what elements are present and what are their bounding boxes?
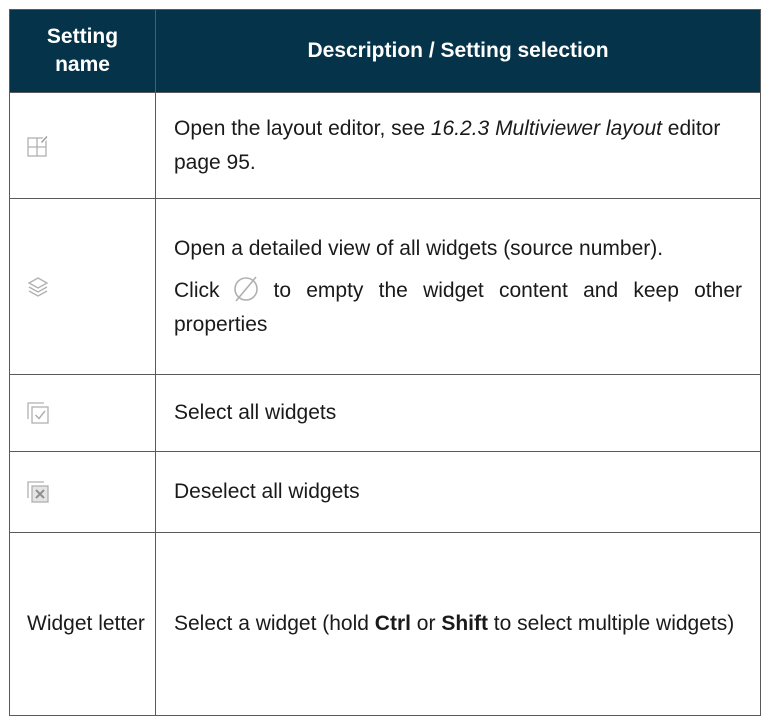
table-row: Deselect all widgets	[9, 451, 761, 533]
table-row: Widget letter Select a widget (hold Ctrl…	[9, 532, 761, 716]
header-setting-name: Setting name	[9, 9, 156, 93]
widget-letter-name: Widget letter	[9, 532, 156, 716]
header-description: Description / Setting selection	[155, 9, 761, 93]
layout-editor-link[interactable]: 16.2.3 Multiviewer layout	[431, 117, 662, 140]
layers-icon[interactable]	[27, 276, 155, 298]
layout-editor-desc-pre: Open the layout editor, see	[174, 116, 431, 140]
table-row: Select all widgets	[9, 374, 761, 452]
layout-editor-icon[interactable]	[27, 134, 155, 157]
shift-key: Shift	[441, 612, 488, 635]
widget-letter-desc-pre: Select a widget (hold	[174, 612, 375, 635]
header-setting-name-line2: name	[55, 53, 110, 76]
click-label: Click	[174, 278, 220, 302]
layers-desc-line1: Open a detailed view of all widgets (sou…	[174, 236, 664, 260]
empty-set-icon[interactable]	[232, 275, 260, 303]
deselect-all-icon[interactable]	[27, 481, 155, 503]
layers-click-line: Click to empty the widget content and kee…	[174, 274, 742, 342]
row-icon-cell	[9, 451, 156, 533]
row-description: Select a widget (hold Ctrl or Shift to s…	[155, 532, 761, 716]
table-row: Open a detailed view of all widgets (sou…	[9, 198, 761, 375]
row-icon-cell	[9, 374, 156, 452]
table-row: Open the layout editor, see 16.2.3 Multi…	[9, 92, 761, 199]
select-all-icon[interactable]	[27, 402, 155, 424]
table-header-row: Setting name Description / Setting selec…	[9, 9, 761, 93]
widget-letter-desc-mid: or	[410, 612, 442, 635]
row-description: Open a detailed view of all widgets (sou…	[155, 198, 761, 375]
header-setting-name-line1: Setting	[46, 25, 119, 48]
widget-letter-desc-post: to select multiple widgets)	[487, 612, 735, 635]
row-description: Deselect all widgets	[155, 451, 761, 533]
row-icon-cell	[9, 198, 156, 375]
row-description: Select all widgets	[155, 374, 761, 452]
row-description: Open the layout editor, see 16.2.3 Multi…	[155, 92, 761, 199]
row-icon-cell	[9, 92, 156, 199]
ctrl-key: Ctrl	[374, 612, 411, 635]
settings-table: Setting name Description / Setting selec…	[9, 9, 761, 716]
